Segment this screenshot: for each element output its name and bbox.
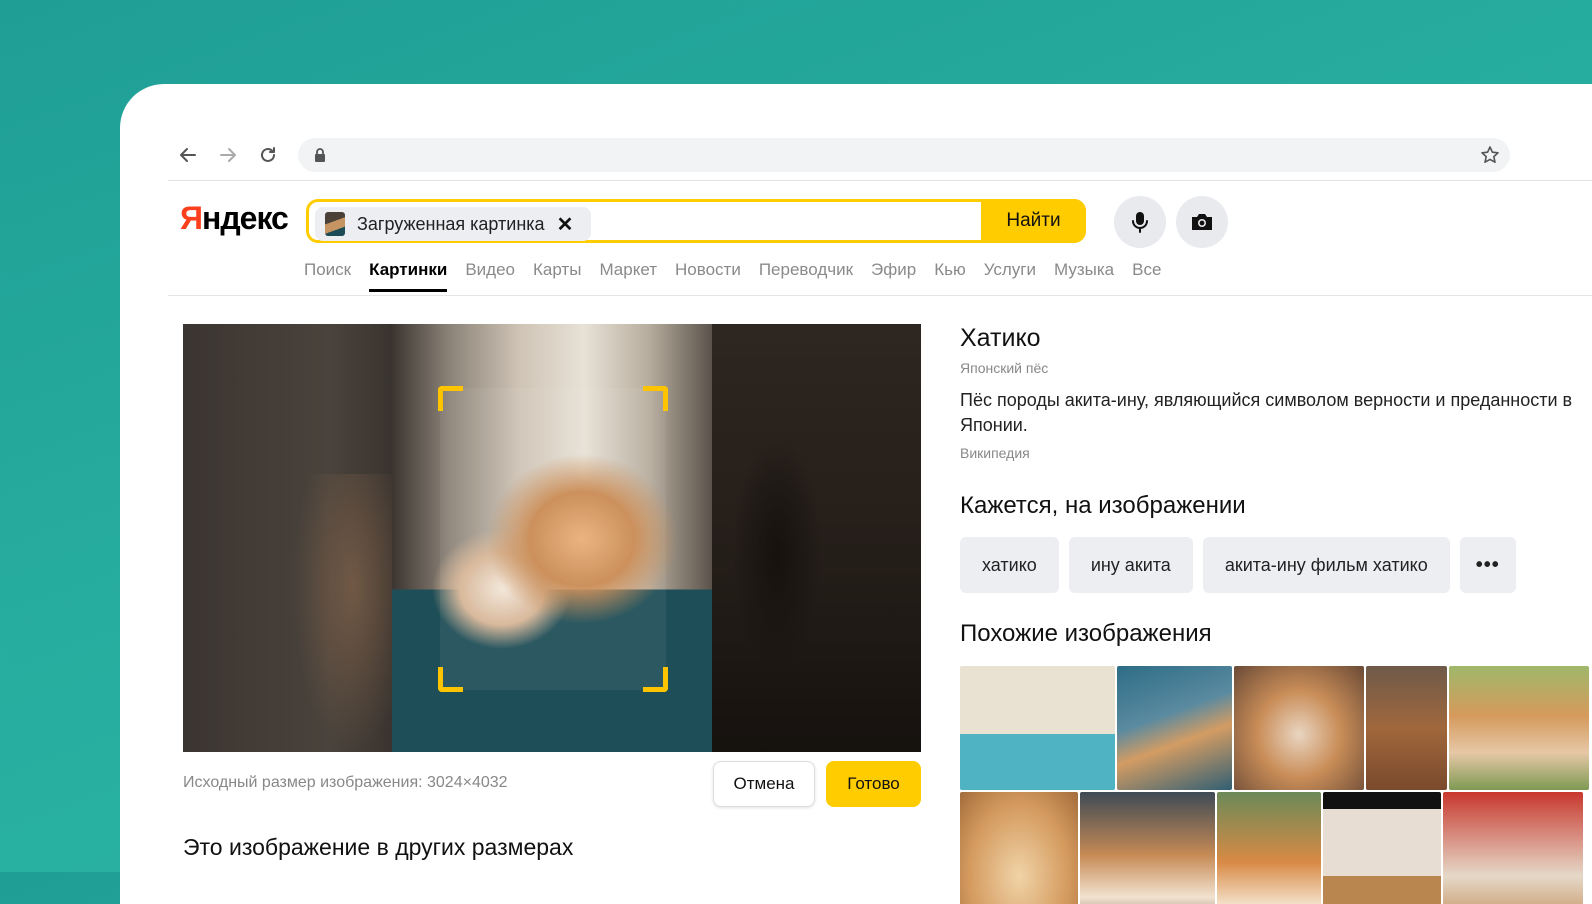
uploaded-image-chip[interactable]: Загруженная картинка ✕ (315, 207, 591, 241)
tab-6[interactable]: Новости (675, 260, 741, 292)
voice-search-button[interactable] (1114, 196, 1166, 248)
tag-chip[interactable]: ину акита (1068, 537, 1193, 593)
tab-3[interactable]: Видео (465, 260, 515, 292)
similar-image-thumbnail[interactable] (1443, 792, 1583, 904)
dimmed-area-left (183, 324, 413, 752)
similar-image-thumbnail[interactable] (1117, 666, 1232, 790)
done-button[interactable]: Готово (826, 761, 921, 807)
tab-4[interactable]: Карты (533, 260, 581, 292)
tab-9[interactable]: Кью (934, 260, 966, 292)
tab-7[interactable]: Переводчик (759, 260, 853, 292)
crop-handle-top-left[interactable] (438, 386, 463, 411)
forward-button[interactable] (214, 138, 242, 172)
more-tags-button[interactable]: ••• (1459, 537, 1516, 593)
tab-2[interactable]: Картинки (369, 260, 448, 292)
tab-1[interactable]: Поиск (304, 260, 351, 292)
similar-images-grid (960, 666, 1592, 904)
tab-11[interactable]: Музыка (1054, 260, 1114, 292)
uploaded-image-thumbnail (325, 212, 345, 236)
image-crop-viewer[interactable] (183, 324, 921, 752)
entity-description: Пёс породы акита-ину, являющийся символо… (960, 390, 1573, 435)
tags-section-title: Кажется, на изображении (960, 492, 1246, 519)
address-bar[interactable] (298, 138, 1510, 172)
header-divider (168, 295, 1592, 296)
similar-image-thumbnail[interactable] (1217, 792, 1321, 904)
entity-subtitle: Японский пёс (960, 360, 1049, 376)
reload-button[interactable] (254, 138, 282, 172)
lock-icon (315, 148, 325, 162)
star-icon[interactable] (1480, 145, 1500, 165)
entity-source-link[interactable]: Википедия (960, 445, 1030, 461)
arrow-left-icon (180, 148, 196, 162)
search-button[interactable]: Найти (981, 199, 1086, 243)
chip-label: Загруженная картинка (357, 213, 545, 234)
crop-selection-frame[interactable] (438, 386, 668, 692)
image-search-button[interactable] (1176, 196, 1228, 248)
similar-image-thumbnail[interactable] (1080, 792, 1215, 904)
close-icon[interactable]: ✕ (557, 212, 574, 237)
similar-image-thumbnail[interactable] (960, 666, 1115, 790)
tag-list: хатико ину акита акита-ину фильм хатико … (960, 537, 1526, 593)
similar-image-thumbnail[interactable] (1449, 666, 1589, 790)
similar-image-thumbnail[interactable] (1366, 666, 1447, 790)
browser-window: Яндекс Загруженная картинка ✕ Найти Поис… (120, 84, 1592, 904)
other-sizes-heading: Это изображение в других размерах (183, 834, 574, 860)
logo-first-letter: Я (180, 200, 203, 236)
similar-image-thumbnail[interactable] (960, 792, 1078, 904)
dimmed-area-right (712, 324, 921, 752)
similar-image-thumbnail[interactable] (1234, 666, 1364, 790)
reload-icon (261, 147, 275, 162)
back-button[interactable] (174, 138, 202, 172)
browser-toolbar (168, 138, 1592, 172)
logo-rest: ндекс (202, 200, 289, 236)
similar-image-thumbnail[interactable] (1323, 792, 1441, 904)
camera-icon (1192, 214, 1212, 230)
tag-chip[interactable]: акита-ину фильм хатико (1202, 537, 1450, 593)
crop-handle-top-right[interactable] (643, 386, 668, 411)
tab-8[interactable]: Эфир (871, 260, 916, 292)
tag-chip[interactable]: хатико (960, 537, 1059, 593)
microphone-icon (1132, 212, 1148, 233)
service-tabs: Поиск Картинки Видео Карты Маркет Новости Пере… (304, 260, 1179, 292)
tab-12[interactable]: Все (1132, 260, 1161, 292)
arrow-right-icon (220, 148, 236, 162)
original-size-text: Исходный размер изображения: 3024×4032 (183, 774, 508, 791)
crop-handle-bottom-right[interactable] (643, 667, 668, 692)
entity-title[interactable]: Хатико (960, 324, 1041, 353)
tab-5[interactable]: Маркет (599, 260, 657, 292)
crop-handle-bottom-left[interactable] (438, 667, 463, 692)
cancel-button[interactable]: Отмена (713, 761, 815, 807)
search-box[interactable]: Загруженная картинка ✕ Найти (306, 199, 1086, 243)
yandex-logo[interactable]: Яндекс (180, 200, 289, 237)
tab-10[interactable]: Услуги (984, 260, 1036, 292)
toolbar-divider (168, 180, 1592, 181)
similar-images-title: Похожие изображения (960, 620, 1212, 647)
